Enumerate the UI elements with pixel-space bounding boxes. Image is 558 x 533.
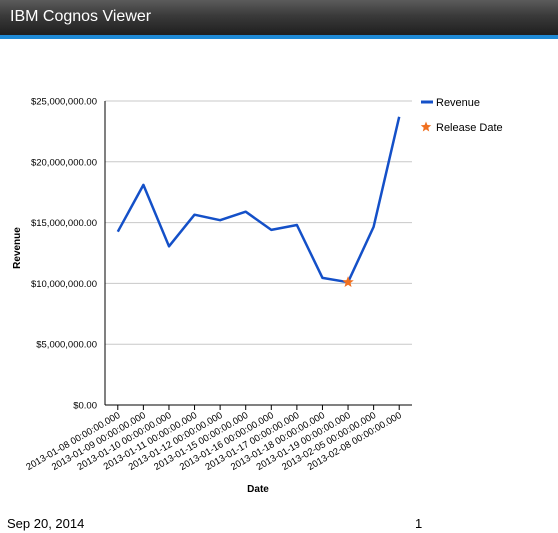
y-tick-label: $25,000,000.00 (31, 97, 97, 108)
y-tick-label: $15,000,000.00 (31, 218, 97, 229)
release-date-star-icon (342, 276, 354, 288)
legend: Revenue Release Date (420, 97, 503, 134)
app-title: IBM Cognos Viewer (10, 8, 152, 25)
legend-label: Revenue (436, 97, 480, 109)
y-tick-label: $5,000,000.00 (36, 340, 97, 351)
title-bar: IBM Cognos Viewer (0, 0, 558, 39)
chart-area: $0.00 $5,000,000.00 $10,000,000.00 $15,000,… (0, 40, 558, 510)
marker-layer (342, 276, 354, 288)
series-layer (116, 116, 401, 284)
legend-star-icon (420, 121, 432, 132)
y-tick-label: $0.00 (73, 401, 97, 412)
axes (104, 101, 412, 410)
legend-label: Release Date (436, 122, 503, 134)
y-tick-label: $10,000,000.00 (31, 279, 97, 290)
x-tick-labels: 2013-01-08 00:00:00.0002013-01-09 00:00:… (24, 410, 403, 473)
revenue-line (116, 116, 401, 284)
x-axis-label: Date (247, 484, 269, 495)
gridlines (105, 100, 412, 345)
y-axis-label: Revenue (12, 227, 23, 269)
y-tick-labels: $0.00 $5,000,000.00 $10,000,000.00 $15,000,… (31, 97, 97, 412)
y-tick-label: $20,000,000.00 (31, 157, 97, 168)
revenue-line-chart: $0.00 $5,000,000.00 $10,000,000.00 $15,000,… (12, 97, 503, 496)
report-date: Sep 20, 2014 (7, 516, 85, 531)
page-number: 1 (415, 516, 423, 531)
